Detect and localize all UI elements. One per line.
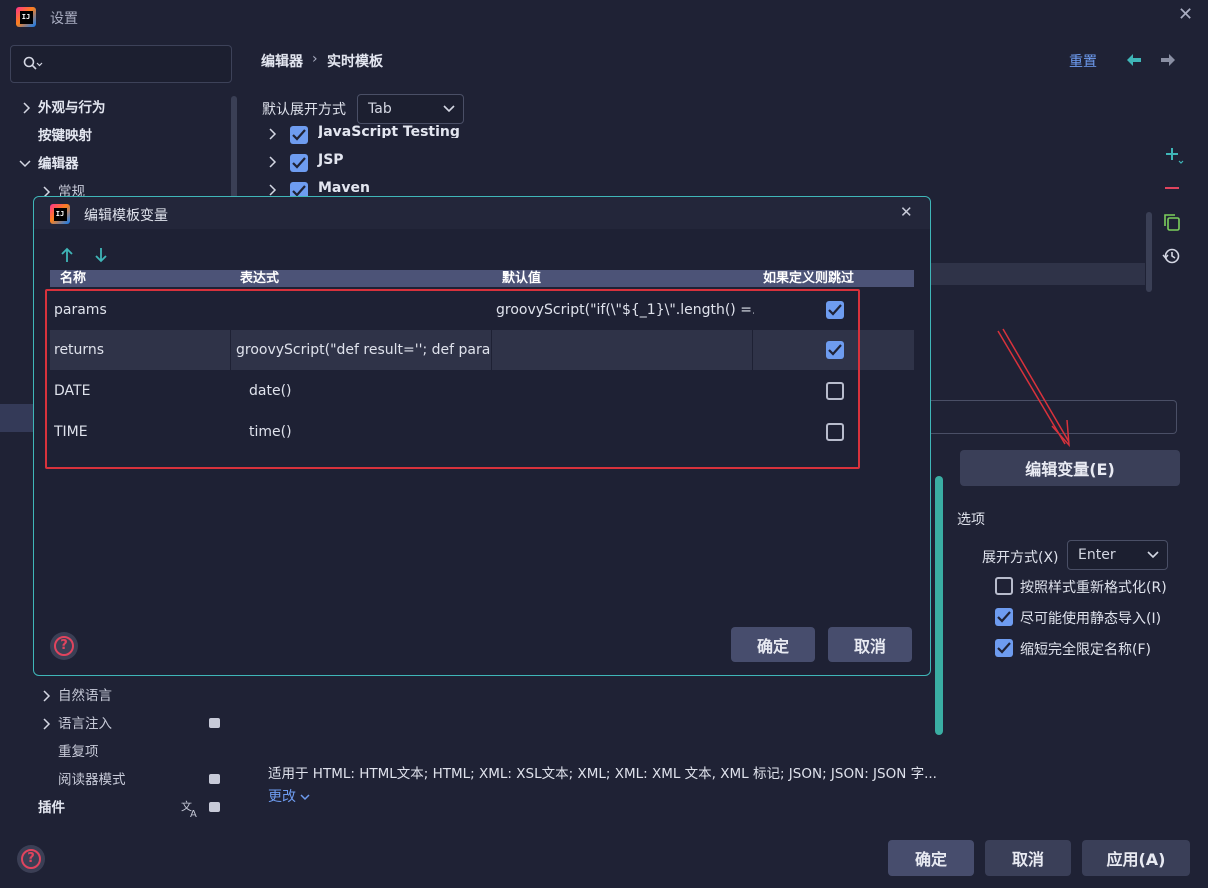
shorten-fq-checkbox[interactable] (995, 639, 1013, 657)
tree-item-keymap[interactable]: 按键映射 (38, 126, 92, 146)
expand-default-value: Tab (368, 101, 392, 117)
apply-button[interactable]: 应用(A) (1082, 840, 1190, 876)
app-logo: IJ (50, 204, 70, 224)
window-close-icon[interactable]: ✕ (1178, 6, 1193, 24)
tree-item-plugins[interactable]: 插件 (38, 798, 65, 818)
template-list-scrollbar[interactable] (1146, 212, 1152, 292)
column-skip-if-defined[interactable]: 如果定义则跳过 (763, 270, 854, 287)
editor-scrollbar[interactable] (935, 476, 943, 735)
tree-item-appearance[interactable]: 外观与行为 (38, 98, 106, 118)
breadcrumb-live-templates: 实时模板 (327, 54, 383, 70)
static-import-label[interactable]: 尽可能使用静态导入(I) (1020, 608, 1161, 628)
chevron-right-icon[interactable] (40, 714, 54, 734)
dialog-cancel-button[interactable]: 取消 (828, 627, 912, 662)
template-list-selected-row (930, 263, 1145, 285)
template-group-name[interactable]: JSP (318, 152, 344, 168)
remove-icon[interactable] (1164, 180, 1180, 196)
template-group-name[interactable]: Maven (318, 180, 370, 196)
chevron-down-icon (300, 794, 310, 801)
tree-item-natural-language[interactable]: 自然语言 (58, 686, 112, 706)
chevron-right-icon[interactable] (20, 98, 34, 118)
shorten-fq-label[interactable]: 缩短完全限定名称(F) (1020, 639, 1151, 659)
chevron-right-icon[interactable] (40, 686, 54, 706)
chevron-down-icon (443, 105, 455, 113)
restore-icon[interactable] (1162, 246, 1182, 266)
annotation-arrow-icon (997, 328, 1070, 448)
template-group-checkbox[interactable] (290, 154, 308, 172)
change-contexts-label: 更改 (268, 789, 296, 805)
change-contexts-link[interactable]: 更改 (268, 786, 310, 806)
project-scope-icon (209, 718, 220, 728)
expand-with-select[interactable]: Enter (1067, 540, 1168, 570)
tree-selection-marker (0, 404, 36, 432)
dialog-title: 编辑模板变量 (84, 208, 168, 224)
tree-item-duplicates[interactable]: 重复项 (58, 742, 99, 762)
translate-icon: 文 A (181, 799, 197, 818)
project-scope-icon (209, 802, 220, 812)
annotation-highlight-box (45, 289, 860, 469)
search-icon (23, 56, 43, 70)
help-icon[interactable]: ? (50, 632, 78, 660)
static-import-checkbox[interactable] (995, 608, 1013, 626)
project-scope-icon (209, 774, 220, 784)
app-logo: IJ (16, 7, 36, 27)
options-title: 选项 (957, 512, 985, 528)
tree-item-language-injection[interactable]: 语言注入 (58, 714, 112, 734)
window-title: 设置 (50, 11, 78, 27)
copy-icon[interactable] (1162, 212, 1182, 232)
expand-default-label: 默认展开方式 (262, 102, 346, 118)
column-default-value[interactable]: 默认值 (502, 270, 541, 287)
dialog-close-icon[interactable]: ✕ (900, 203, 913, 221)
reformat-checkbox[interactable] (995, 577, 1013, 595)
tree-item-reader-mode[interactable]: 阅读器模式 (58, 770, 126, 790)
dialog-title-bar (34, 197, 930, 229)
expand-with-value: Enter (1078, 547, 1116, 563)
settings-search-input[interactable] (10, 45, 232, 83)
template-group-name[interactable]: JavaScript Testing (318, 124, 460, 138)
chevron-right-icon[interactable] (266, 124, 280, 144)
variables-table-header: 名称 表达式 默认值 如果定义则跳过 (50, 270, 914, 287)
cancel-button[interactable]: 取消 (985, 840, 1071, 876)
edit-variables-button[interactable]: 编辑变量(E) (960, 450, 1180, 486)
help-icon[interactable]: ? (17, 845, 45, 873)
add-icon[interactable] (1164, 146, 1184, 166)
chevron-down-icon (1147, 551, 1159, 559)
reset-link[interactable]: 重置 (1069, 51, 1097, 71)
column-name[interactable]: 名称 (60, 270, 86, 287)
svg-text:A: A (190, 809, 197, 818)
expand-default-select[interactable]: Tab (357, 94, 464, 124)
breadcrumb-separator: › (312, 51, 318, 67)
column-expression[interactable]: 表达式 (240, 270, 279, 287)
dialog-ok-button[interactable]: 确定 (731, 627, 815, 662)
tree-item-editor[interactable]: 编辑器 (38, 154, 79, 174)
chevron-right-icon[interactable] (266, 152, 280, 172)
applicable-contexts-text: 适用于 HTML: HTML文本; HTML; XML: XSL文本; XML;… (268, 766, 937, 782)
move-up-icon[interactable] (60, 247, 74, 263)
breadcrumb-editor[interactable]: 编辑器 (261, 51, 303, 71)
expand-with-label: 展开方式(X) (982, 550, 1059, 566)
back-arrow-icon[interactable] (1126, 53, 1142, 67)
ok-button[interactable]: 确定 (888, 840, 974, 876)
reformat-label[interactable]: 按照样式重新格式化(R) (1020, 577, 1167, 597)
template-group-checkbox[interactable] (290, 126, 308, 144)
chevron-down-icon[interactable] (18, 154, 32, 174)
edit-template-variables-dialog: IJ 编辑模板变量 ✕ 名称 表达式 默认值 如果定义则跳过 params gr… (33, 196, 931, 676)
forward-arrow-icon[interactable] (1160, 53, 1176, 67)
move-down-icon[interactable] (94, 247, 108, 263)
